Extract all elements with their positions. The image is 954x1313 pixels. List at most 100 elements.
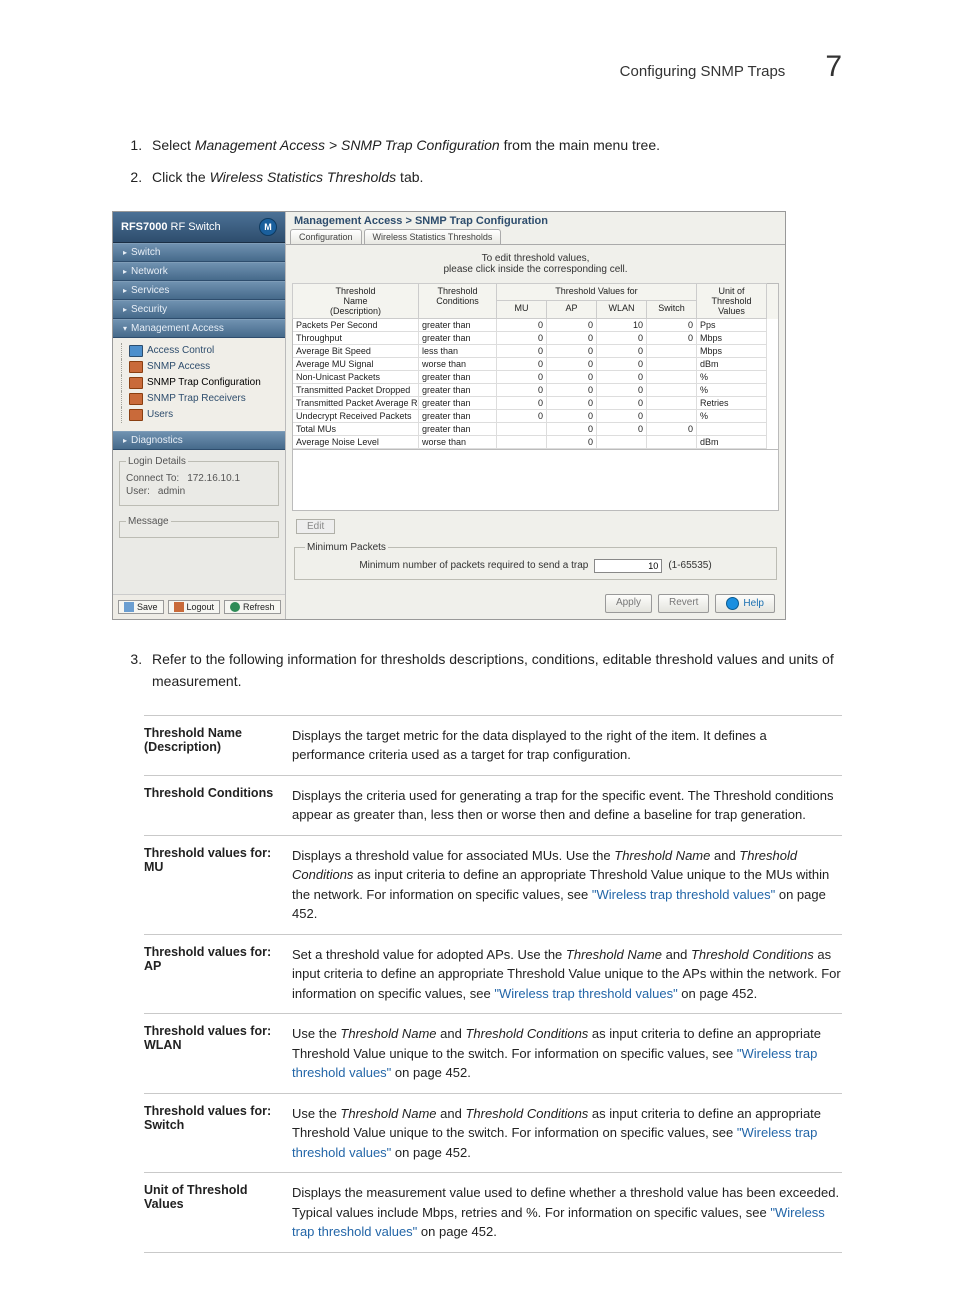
help-icon bbox=[726, 597, 739, 610]
step-list: Select Management Access > SNMP Trap Con… bbox=[112, 134, 842, 189]
refresh-icon bbox=[230, 602, 240, 612]
cell-editable[interactable]: 0 bbox=[647, 319, 697, 332]
sidebar: RFS7000 RF Switch Switch Network Service… bbox=[113, 212, 286, 619]
cell-editable[interactable] bbox=[497, 423, 547, 436]
tree-access-control[interactable]: Access Control bbox=[117, 343, 281, 359]
cell-editable: % bbox=[697, 410, 767, 423]
cell-editable[interactable] bbox=[647, 410, 697, 423]
nav-switch[interactable]: Switch bbox=[113, 243, 285, 262]
cell-editable[interactable]: 0 bbox=[597, 371, 647, 384]
login-details: Login Details Connect To:172.16.10.1 Use… bbox=[119, 456, 279, 506]
cell-editable[interactable] bbox=[647, 436, 697, 449]
cell-editable[interactable]: 0 bbox=[547, 345, 597, 358]
nav-services[interactable]: Services bbox=[113, 281, 285, 300]
cell: greater than bbox=[419, 384, 497, 397]
cell-editable[interactable]: 0 bbox=[547, 410, 597, 423]
cell-editable: % bbox=[697, 384, 767, 397]
help-button[interactable]: Help bbox=[715, 594, 775, 613]
cell-editable[interactable]: 0 bbox=[497, 384, 547, 397]
save-button[interactable]: Save bbox=[118, 600, 164, 614]
logout-button[interactable]: Logout bbox=[168, 600, 221, 614]
cell-editable[interactable] bbox=[647, 384, 697, 397]
nav-tree: Access Control SNMP Access SNMP Trap Con… bbox=[113, 338, 285, 431]
cell-editable[interactable]: 0 bbox=[497, 345, 547, 358]
tree-users[interactable]: Users bbox=[117, 407, 281, 423]
cell: Non-Unicast Packets bbox=[293, 371, 419, 384]
cell-editable: Mbps bbox=[697, 345, 767, 358]
cell-editable[interactable]: 0 bbox=[647, 332, 697, 345]
cell-editable[interactable]: 0 bbox=[547, 319, 597, 332]
tree-label: Access Control bbox=[147, 345, 214, 356]
nav-management-access[interactable]: Management Access bbox=[113, 319, 285, 338]
cell: Transmitted Packet Dropped bbox=[293, 384, 419, 397]
nav-diagnostics[interactable]: Diagnostics bbox=[113, 431, 285, 450]
desc-row: Threshold values for: MUDisplays a thres… bbox=[144, 836, 842, 935]
cell-editable[interactable]: 0 bbox=[497, 397, 547, 410]
minp-range: (1-65535) bbox=[668, 560, 711, 571]
link-wireless-trap-values[interactable]: "Wireless trap threshold values" bbox=[292, 1205, 825, 1240]
cell: Total MUs bbox=[293, 423, 419, 436]
desc-row: Threshold values for: APSet a threshold … bbox=[144, 935, 842, 1015]
nav-network[interactable]: Network bbox=[113, 262, 285, 281]
cell-editable[interactable]: 0 bbox=[597, 384, 647, 397]
btn-label: Refresh bbox=[243, 602, 275, 612]
cell-editable[interactable]: 0 bbox=[497, 319, 547, 332]
cell-editable[interactable]: 0 bbox=[597, 397, 647, 410]
user-label: User: bbox=[126, 486, 150, 497]
tab-wireless-stats[interactable]: Wireless Statistics Thresholds bbox=[364, 229, 502, 244]
cell-editable[interactable]: 0 bbox=[547, 397, 597, 410]
cell-editable[interactable]: 0 bbox=[597, 358, 647, 371]
edit-button[interactable]: Edit bbox=[296, 519, 335, 534]
nav-security[interactable]: Security bbox=[113, 300, 285, 319]
desc-label: Threshold Name (Description) bbox=[144, 726, 292, 765]
cell-editable[interactable]: 0 bbox=[497, 371, 547, 384]
link-wireless-trap-values[interactable]: "Wireless trap threshold values" bbox=[494, 986, 677, 1001]
desc-row: Threshold values for: SwitchUse the Thre… bbox=[144, 1094, 842, 1174]
revert-button[interactable]: Revert bbox=[658, 594, 709, 613]
link-wireless-trap-values[interactable]: "Wireless trap threshold values" bbox=[292, 1046, 817, 1081]
cell-editable[interactable]: 0 bbox=[547, 423, 597, 436]
cell: greater than bbox=[419, 319, 497, 332]
cell-editable[interactable]: 0 bbox=[547, 358, 597, 371]
cell: less than bbox=[419, 345, 497, 358]
cell-editable[interactable]: 0 bbox=[547, 436, 597, 449]
tree-snmp-trap-receivers[interactable]: SNMP Trap Receivers bbox=[117, 391, 281, 407]
cell: Average Noise Level bbox=[293, 436, 419, 449]
cell-editable[interactable]: 0 bbox=[497, 332, 547, 345]
cell-editable[interactable]: 0 bbox=[597, 345, 647, 358]
desc-value: Use the Threshold Name and Threshold Con… bbox=[292, 1104, 842, 1163]
desc-value: Displays the measurement value used to d… bbox=[292, 1183, 842, 1242]
cell-editable[interactable] bbox=[597, 436, 647, 449]
cell-editable[interactable]: 0 bbox=[597, 410, 647, 423]
link-wireless-trap-values[interactable]: "Wireless trap threshold values" bbox=[592, 887, 775, 902]
refresh-button[interactable]: Refresh bbox=[224, 600, 281, 614]
minp-input[interactable] bbox=[594, 559, 662, 573]
cell-editable[interactable] bbox=[647, 371, 697, 384]
cell-editable[interactable] bbox=[647, 358, 697, 371]
cell: Transmitted Packet Average Retries bbox=[293, 397, 419, 410]
table-row: Transmitted Packet Average Retriesgreate… bbox=[293, 397, 778, 410]
desc-row: Threshold values for: WLANUse the Thresh… bbox=[144, 1014, 842, 1094]
cell-editable[interactable]: 0 bbox=[547, 384, 597, 397]
tab-configuration[interactable]: Configuration bbox=[290, 229, 362, 244]
text: tab. bbox=[396, 169, 423, 185]
cell-editable[interactable]: 0 bbox=[647, 423, 697, 436]
tree-snmp-access[interactable]: SNMP Access bbox=[117, 359, 281, 375]
cell-editable[interactable] bbox=[647, 397, 697, 410]
tree-snmp-trap-config[interactable]: SNMP Trap Configuration bbox=[117, 375, 281, 391]
cell-editable[interactable]: 0 bbox=[547, 332, 597, 345]
cell-editable[interactable] bbox=[497, 436, 547, 449]
hint-text: To edit threshold values, please click i… bbox=[286, 245, 785, 279]
cell-editable[interactable]: 0 bbox=[547, 371, 597, 384]
cell-editable[interactable]: 0 bbox=[597, 332, 647, 345]
cell-editable: Retries bbox=[697, 397, 767, 410]
link-wireless-trap-values[interactable]: "Wireless trap threshold values" bbox=[292, 1125, 817, 1160]
cell-editable: dBm bbox=[697, 358, 767, 371]
apply-button[interactable]: Apply bbox=[605, 594, 652, 613]
cell-editable[interactable]: 10 bbox=[597, 319, 647, 332]
cell-editable[interactable]: 0 bbox=[597, 423, 647, 436]
cell-editable[interactable] bbox=[647, 345, 697, 358]
cell-editable: % bbox=[697, 371, 767, 384]
cell-editable[interactable]: 0 bbox=[497, 358, 547, 371]
cell-editable[interactable]: 0 bbox=[497, 410, 547, 423]
